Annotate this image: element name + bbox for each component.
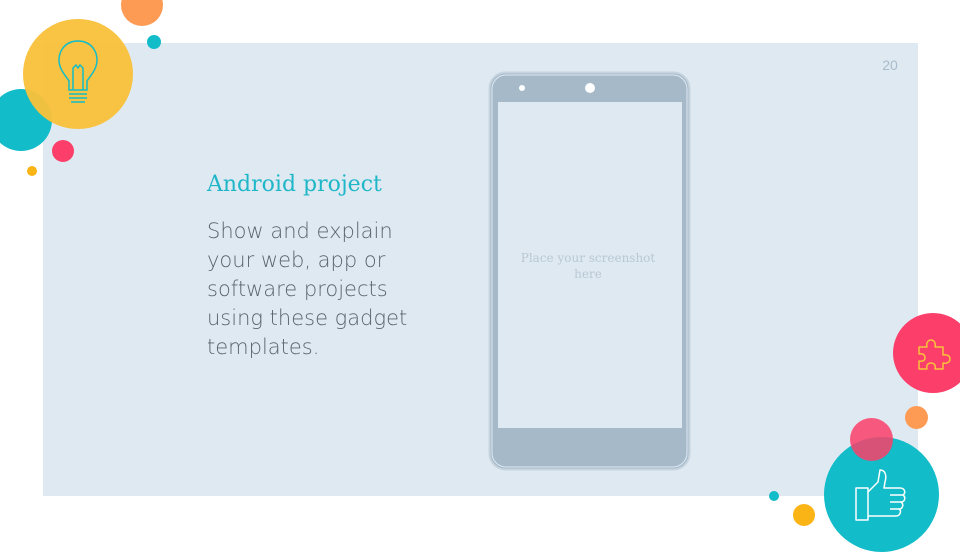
decor-bubble [793, 504, 815, 526]
decor-bubble [850, 418, 893, 461]
decor-bubble [52, 140, 74, 162]
page-number: 20 [882, 57, 898, 73]
screenshot-placeholder-text: Place your screenshot here [520, 251, 656, 281]
slide-panel [43, 43, 918, 496]
decor-bubble [905, 406, 928, 429]
slide-body-text: Show and explain your web, app or softwa… [207, 219, 408, 359]
decor-bubble [769, 491, 779, 501]
slide-title: Android project [207, 172, 382, 197]
phone-camera-icon [585, 83, 595, 93]
lightbulb-icon [54, 38, 102, 108]
decor-bubble [121, 0, 163, 26]
puzzle-piece-icon [913, 333, 953, 373]
decor-bubble [27, 166, 37, 176]
phone-sensor-icon [519, 85, 525, 91]
thumbs-up-icon [852, 466, 910, 524]
decor-bubble [147, 35, 161, 49]
